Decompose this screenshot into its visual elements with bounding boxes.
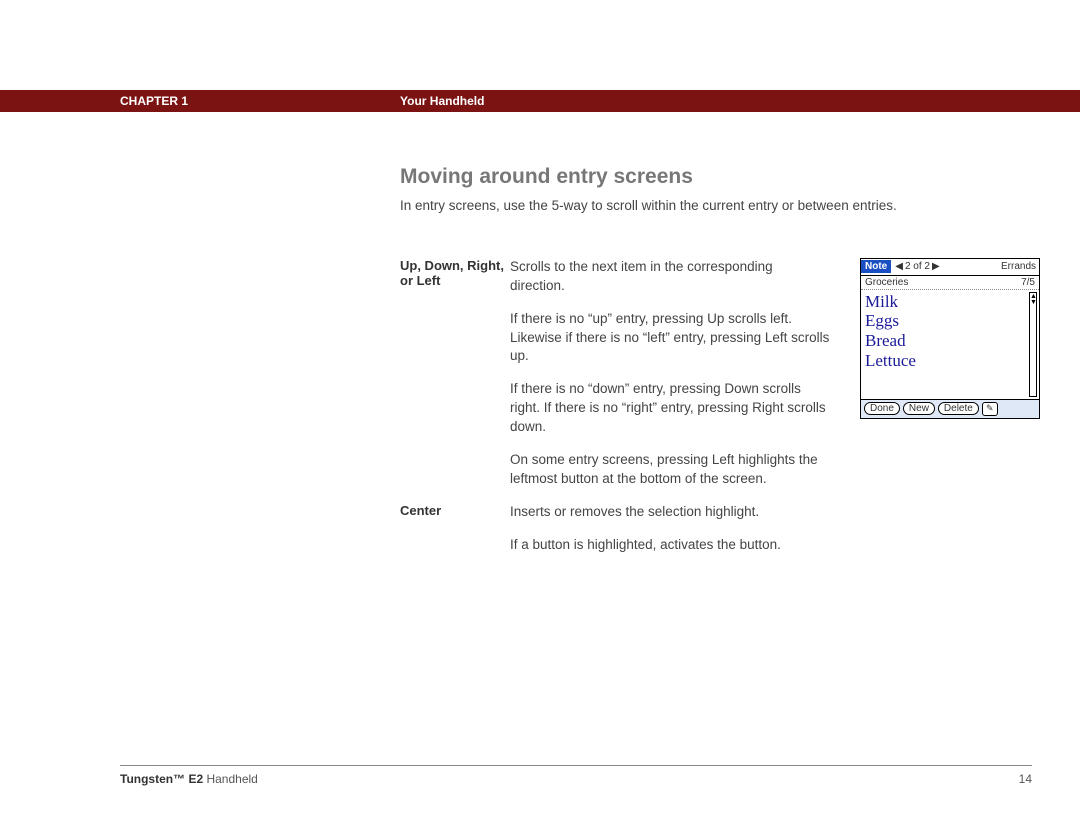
row-label: Up, Down, Right, or Left xyxy=(400,258,510,503)
device-toolbar: Done New Delete ✎ xyxy=(861,399,1039,418)
nav-table: Up, Down, Right, or Left Scrolls to the … xyxy=(400,258,830,569)
note-line: Eggs xyxy=(865,311,1035,331)
pen-icon[interactable]: ✎ xyxy=(982,402,998,416)
page-number: 14 xyxy=(1019,772,1032,786)
product-name: Tungsten™ E2 Handheld xyxy=(120,772,258,786)
device-screenshot: Note ◀ 2 of 2 ▶ Errands Groceries 7/5 Mi… xyxy=(860,258,1040,419)
note-line: Lettuce xyxy=(865,351,1035,371)
chapter-header: CHAPTER 1 Your Handheld xyxy=(0,90,1080,112)
category-selector[interactable]: Errands xyxy=(1001,261,1039,272)
section-label: Your Handheld xyxy=(400,94,484,108)
done-button[interactable]: Done xyxy=(864,402,900,415)
row-para: On some entry screens, pressing Left hig… xyxy=(510,451,830,489)
next-arrow-icon[interactable]: ▶ xyxy=(932,261,940,272)
delete-button[interactable]: Delete xyxy=(938,402,979,415)
section-title: Moving around entry screens xyxy=(400,165,1040,189)
product-rest: Handheld xyxy=(203,772,258,786)
product-bold: Tungsten™ E2 xyxy=(120,772,203,786)
row-para: Inserts or removes the selection highlig… xyxy=(510,503,830,522)
scrollbar[interactable]: ▲ ▼ xyxy=(1029,292,1037,397)
row-desc: Scrolls to the next item in the correspo… xyxy=(510,258,830,503)
row-para: If a button is highlighted, activates th… xyxy=(510,536,830,555)
main-content: Moving around entry screens In entry scr… xyxy=(400,165,1040,569)
note-title: Groceries xyxy=(865,277,908,288)
prev-arrow-icon[interactable]: ◀ xyxy=(895,261,903,272)
row-label: Center xyxy=(400,503,510,569)
page-footer: Tungsten™ E2 Handheld 14 xyxy=(120,765,1032,786)
table-row: Up, Down, Right, or Left Scrolls to the … xyxy=(400,258,830,503)
row-desc: Inserts or removes the selection highlig… xyxy=(510,503,830,569)
app-name: Note xyxy=(861,260,891,273)
note-date: 7/5 xyxy=(1021,277,1035,288)
row-para: If there is no “down” entry, pressing Do… xyxy=(510,380,830,437)
device-titlebar: Note ◀ 2 of 2 ▶ Errands xyxy=(861,259,1039,276)
row-para: If there is no “up” entry, pressing Up s… xyxy=(510,310,830,367)
note-header: Groceries 7/5 xyxy=(861,276,1039,290)
row-para: Scrolls to the next item in the correspo… xyxy=(510,258,830,296)
note-body[interactable]: Milk Eggs Bread Lettuce ▲ ▼ xyxy=(861,290,1039,399)
new-button[interactable]: New xyxy=(903,402,935,415)
chapter-label: CHAPTER 1 xyxy=(120,94,400,108)
record-nav: ◀ 2 of 2 ▶ xyxy=(895,261,939,272)
scroll-down-icon[interactable]: ▼ xyxy=(1030,299,1036,305)
table-row: Center Inserts or removes the selection … xyxy=(400,503,830,569)
note-line: Milk xyxy=(865,292,1035,312)
note-line: Bread xyxy=(865,331,1035,351)
record-counter: 2 of 2 xyxy=(905,261,930,272)
intro-text: In entry screens, use the 5-way to scrol… xyxy=(400,197,1040,216)
